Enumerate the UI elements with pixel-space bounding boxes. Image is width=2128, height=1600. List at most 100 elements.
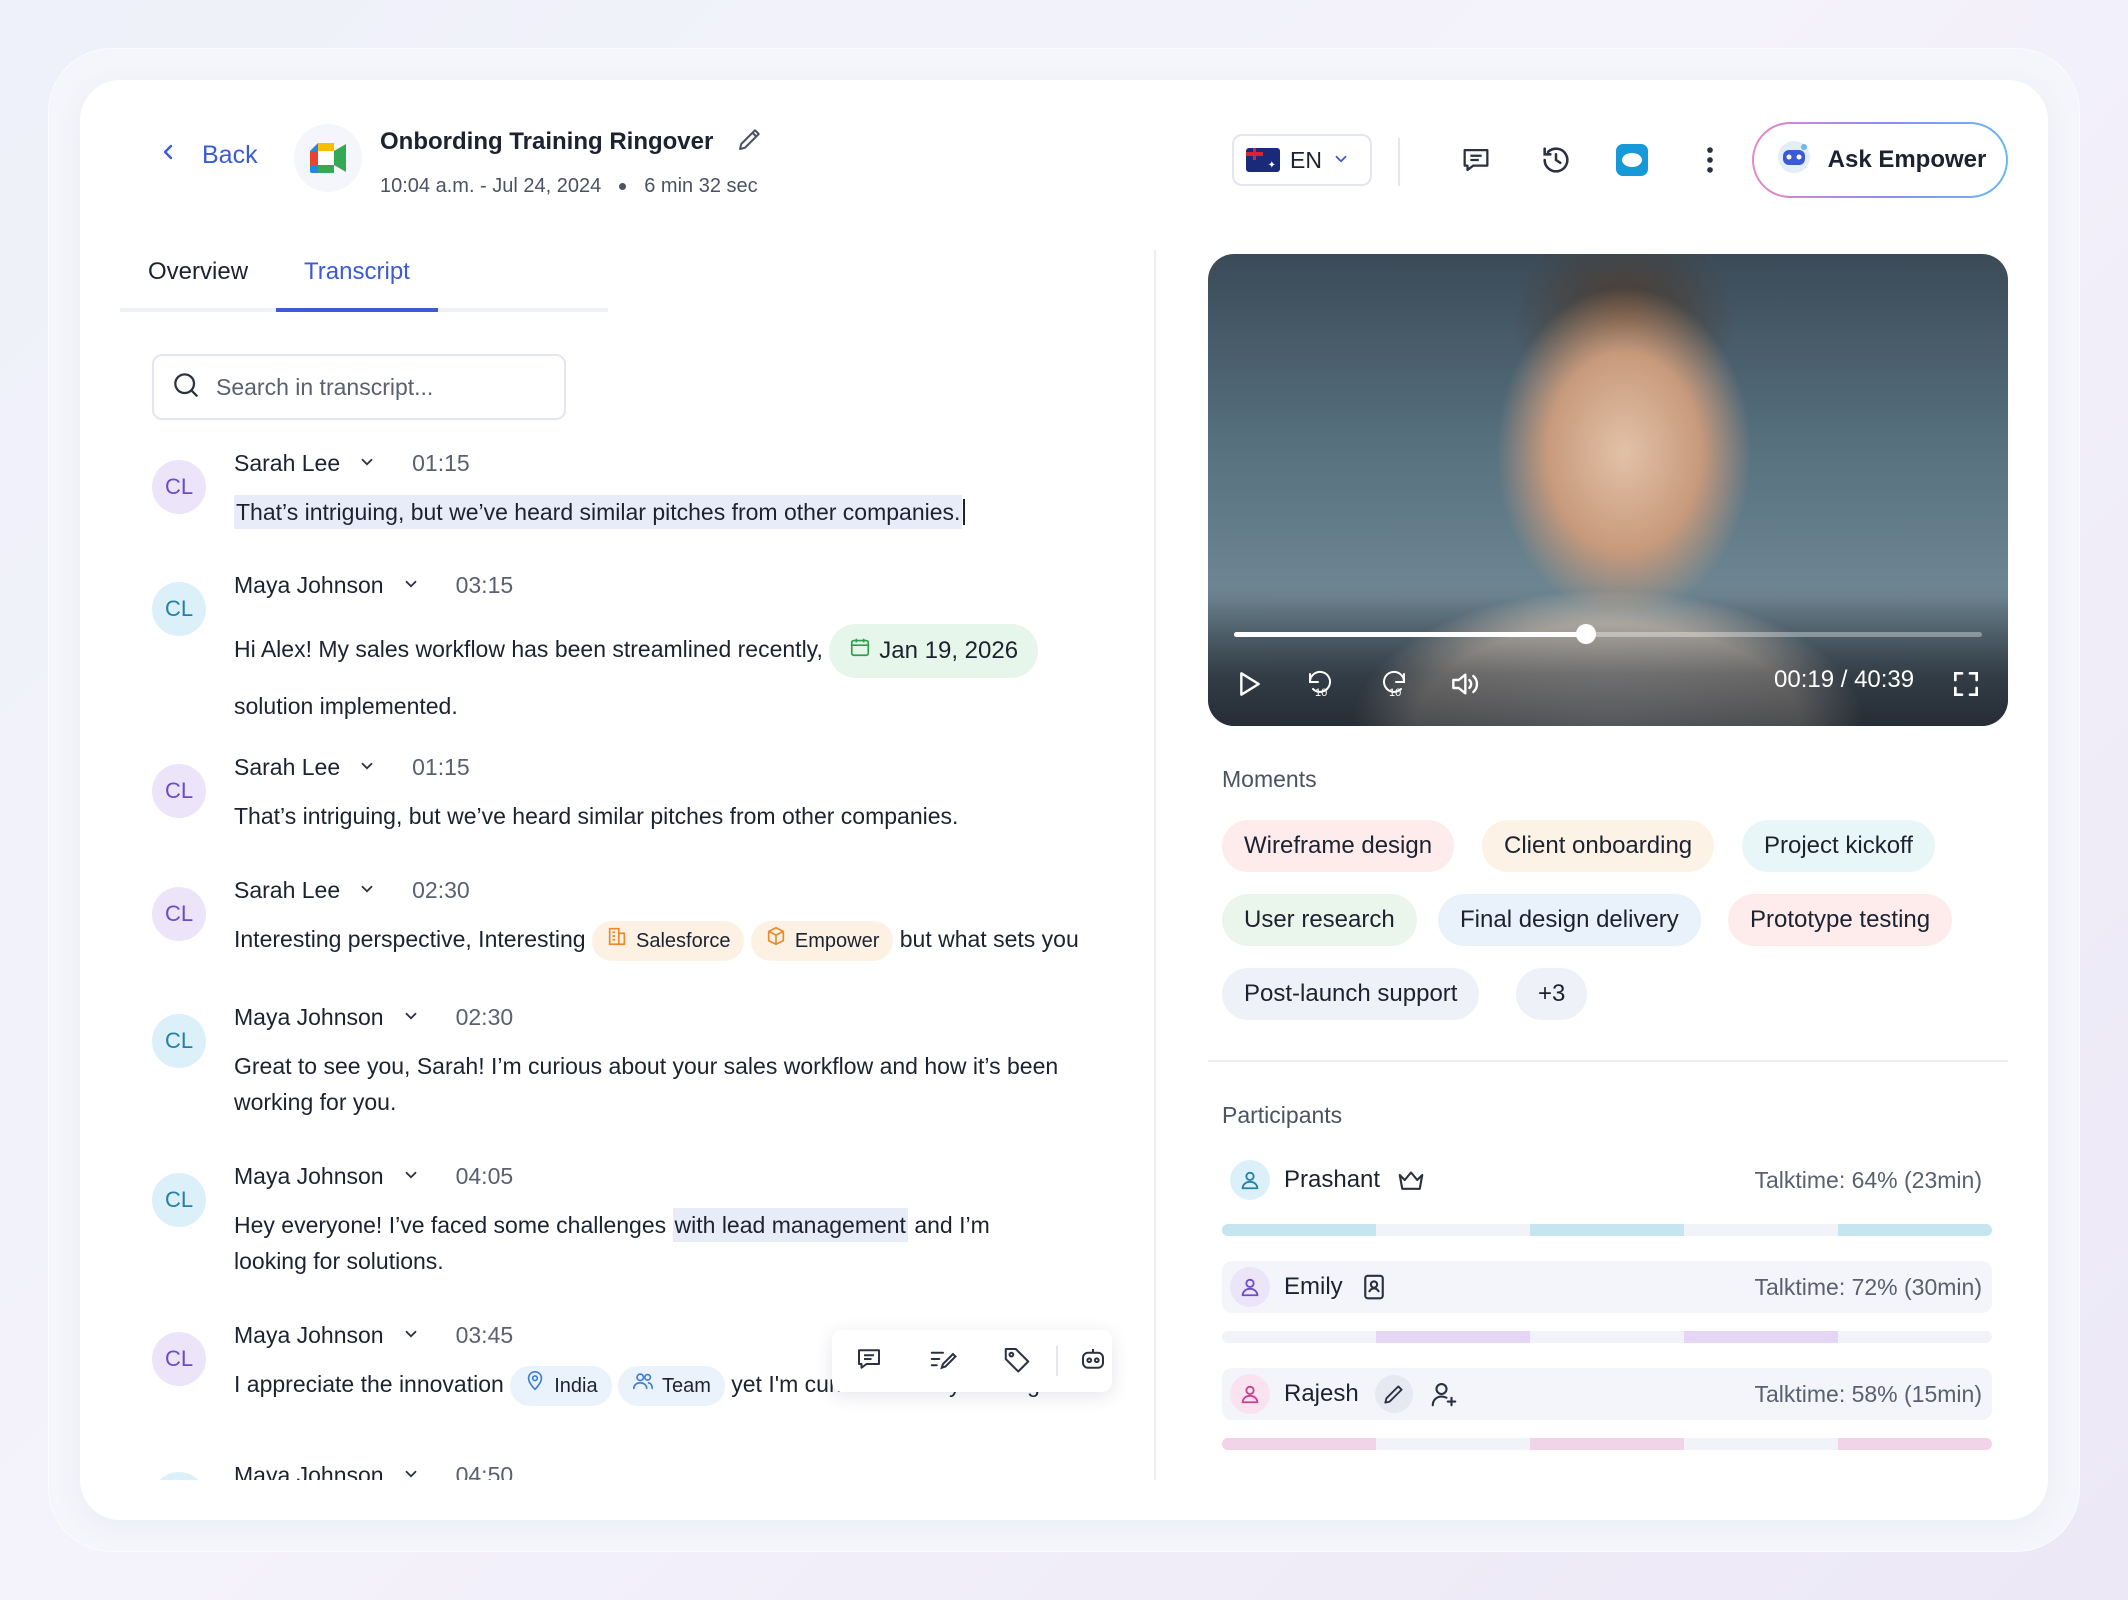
back-label: Back (202, 141, 258, 169)
pencil-icon[interactable] (735, 124, 765, 159)
chevron-down-icon[interactable] (358, 450, 376, 477)
speaker-name[interactable]: Maya Johnson (234, 572, 384, 599)
ask-empower-button[interactable]: Ask Empower (1752, 122, 2008, 198)
map-pin-icon (524, 1368, 546, 1404)
salesforce-chip[interactable]: Salesforce (591, 921, 745, 961)
transcript-list: CL Sarah Lee 01:15 That’s intriguing, bu… (152, 450, 1102, 1480)
speaker-name[interactable]: Maya Johnson (234, 1163, 384, 1190)
transcript-text[interactable]: That’s intriguing, but we’ve heard simil… (234, 495, 963, 529)
search-input[interactable] (216, 373, 546, 401)
speaker-name[interactable]: Sarah Lee (234, 877, 340, 904)
tab-overview[interactable]: Overview (120, 250, 276, 312)
history-icon[interactable] (1536, 140, 1576, 180)
language-select[interactable]: EN (1232, 134, 1372, 186)
more-vertical-icon[interactable] (1690, 140, 1730, 180)
main-card: Back Onbording Training Ringover 10:04 a… (80, 80, 2048, 1520)
forward-10-icon[interactable]: 10 (1374, 664, 1414, 704)
edit-note-icon[interactable] (928, 1344, 958, 1379)
transcript-search[interactable] (152, 354, 566, 420)
moment-chip[interactable]: Client onboarding (1482, 820, 1715, 872)
moment-chip[interactable]: Prototype testing (1728, 894, 1953, 946)
timestamp[interactable]: 03:15 (456, 572, 514, 599)
timestamp[interactable]: 04:50 (456, 1462, 514, 1480)
section-divider (1208, 1060, 2008, 1062)
meeting-datetime: 10:04 a.m. - Jul 24, 2024 (380, 175, 602, 197)
fullscreen-icon[interactable] (1946, 664, 1986, 704)
chevron-down-icon[interactable] (402, 1462, 420, 1480)
meeting-duration: 6 min 32 sec (644, 175, 758, 197)
talktime-segment (1684, 1331, 1838, 1343)
talktime-segment (1376, 1331, 1530, 1343)
play-icon[interactable] (1228, 664, 1268, 704)
talktime-segment (1838, 1224, 1992, 1236)
building-icon (606, 923, 628, 959)
timestamp[interactable]: 02:30 (456, 1004, 514, 1031)
transcript-text[interactable]: Hey everyone! I’ve faced some challenges (234, 1212, 673, 1238)
timestamp[interactable]: 01:15 (412, 450, 470, 477)
chevron-down-icon[interactable] (402, 1004, 420, 1031)
talktime-segment (1222, 1224, 1376, 1236)
comment-icon[interactable] (854, 1344, 884, 1379)
chevron-left-icon (156, 140, 180, 171)
user-icon (1230, 1160, 1270, 1200)
speaker-name[interactable]: Maya Johnson (234, 1004, 384, 1031)
chevron-down-icon[interactable] (358, 877, 376, 904)
moment-chip[interactable]: Post-launch support (1222, 968, 1480, 1020)
transcript-text[interactable]: Hi Alex! My sales workflow has been stre… (234, 636, 823, 662)
chevron-down-icon[interactable] (402, 1163, 420, 1190)
timestamp[interactable]: 01:15 (412, 754, 470, 781)
tab-transcript[interactable]: Transcript (276, 250, 438, 312)
timestamp[interactable]: 04:05 (456, 1163, 514, 1190)
transcript-text-continued[interactable]: solution implemented. (234, 688, 1102, 724)
tag-icon[interactable] (1002, 1344, 1032, 1379)
pencil-icon[interactable] (1374, 1375, 1413, 1413)
talktime-segment (1222, 1438, 1376, 1450)
speaker-name[interactable]: Maya Johnson (234, 1462, 384, 1480)
transcript-text[interactable]: Interesting perspective, Interesting (234, 926, 586, 952)
salesforce-icon[interactable] (1612, 140, 1652, 180)
transcript-text[interactable]: I appreciate the innovation (234, 1371, 504, 1397)
moment-chip[interactable]: User research (1222, 894, 1417, 946)
video-progress-bar[interactable] (1234, 624, 1982, 644)
moment-chip[interactable]: Wireframe design (1222, 820, 1455, 872)
transcript-text-continued[interactable]: but what sets you (900, 926, 1079, 952)
transcript-text[interactable]: That’s intriguing, but we’ve heard simil… (234, 798, 1102, 834)
add-user-icon[interactable] (1429, 1379, 1459, 1409)
avatar: CL (152, 1173, 206, 1227)
rewind-10-icon[interactable]: 10 (1300, 664, 1340, 704)
back-button[interactable]: Back (156, 140, 258, 171)
team-chip[interactable]: Team (617, 1366, 725, 1406)
participant-name: Prashant (1284, 1166, 1381, 1193)
header-divider (1398, 138, 1400, 186)
speaker-name[interactable]: Sarah Lee (234, 450, 340, 477)
location-chip[interactable]: India (510, 1366, 612, 1406)
date-chip[interactable]: Jan 19, 2026 (829, 623, 1039, 678)
moment-chip[interactable]: Final design delivery (1438, 894, 1701, 946)
ai-assistant-icon[interactable] (1078, 1344, 1108, 1379)
video-player[interactable]: 10 10 00:19 / 40:39 (1208, 254, 2008, 726)
transcript-text[interactable]: Great to see you, Sarah! I’m curious abo… (234, 1048, 1064, 1120)
chevron-down-icon[interactable] (402, 1322, 420, 1349)
speaker-name[interactable]: Sarah Lee (234, 754, 340, 781)
volume-icon[interactable] (1444, 664, 1484, 704)
text-cursor (963, 499, 966, 525)
empower-chip[interactable]: Empower (750, 921, 894, 961)
timestamp[interactable]: 03:45 (456, 1322, 514, 1349)
speaker-name[interactable]: Maya Johnson (234, 1322, 384, 1349)
participant-row[interactable]: Rajesh Talktime: 58% (15min) (1222, 1368, 1992, 1420)
chat-icon[interactable] (1456, 140, 1496, 180)
talktime-bar (1222, 1331, 1992, 1343)
chevron-down-icon[interactable] (358, 754, 376, 781)
moment-more-chip[interactable]: +3 (1516, 968, 1588, 1020)
highlighted-text[interactable]: with lead management (672, 1208, 908, 1242)
timestamp[interactable]: 02:30 (412, 877, 470, 904)
video-progress-handle[interactable] (1575, 624, 1596, 644)
participant-row[interactable]: Prashant Talktime: 64% (23min) (1222, 1154, 1992, 1206)
google-meet-icon (294, 124, 362, 192)
talktime-segment (1530, 1224, 1684, 1236)
participant-row[interactable]: Emily Talktime: 72% (30min) (1222, 1261, 1992, 1313)
moment-chip[interactable]: Project kickoff (1742, 820, 1935, 872)
date-chip-label: Jan 19, 2026 (879, 636, 1019, 664)
chevron-down-icon[interactable] (402, 572, 420, 599)
avatar: CL (152, 582, 206, 636)
